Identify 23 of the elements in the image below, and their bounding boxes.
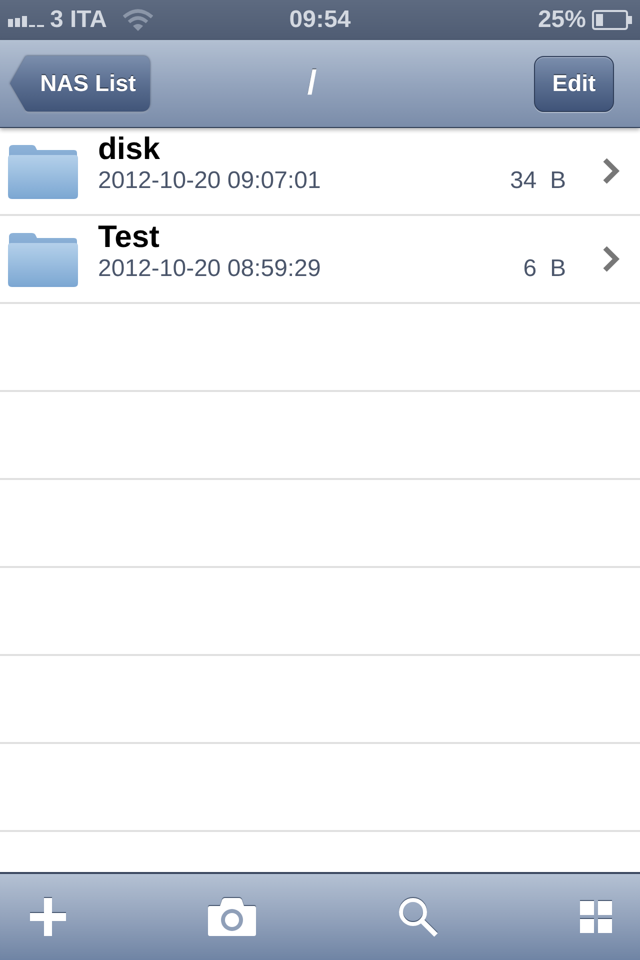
grid-icon[interactable] — [580, 901, 612, 933]
folder-icon — [8, 231, 78, 287]
edit-button[interactable]: Edit — [534, 56, 614, 112]
chevron-icon — [602, 245, 620, 273]
chevron-icon — [602, 157, 620, 185]
file-size: 6 B — [523, 254, 566, 284]
signal-icon — [8, 13, 44, 27]
nav-title: / — [307, 64, 317, 103]
battery-icon — [592, 10, 632, 30]
modified-date: 2012-10-20 08:59:29 — [98, 254, 321, 284]
clock-time: 09:54 — [289, 6, 351, 34]
battery-percent: 25% — [538, 6, 586, 34]
camera-icon[interactable] — [208, 898, 256, 936]
back-button[interactable]: NAS List — [10, 56, 150, 112]
folder-name: Test — [98, 220, 160, 254]
plus-icon[interactable] — [30, 898, 66, 936]
search-icon[interactable] — [398, 897, 438, 937]
folder-icon — [8, 143, 78, 199]
modified-date: 2012-10-20 09:07:01 — [98, 166, 321, 196]
carrier-name: 3 ITA — [50, 6, 107, 34]
folder-name: disk — [98, 132, 160, 166]
file-size: 34 B — [510, 166, 566, 196]
wifi-icon — [122, 9, 153, 31]
